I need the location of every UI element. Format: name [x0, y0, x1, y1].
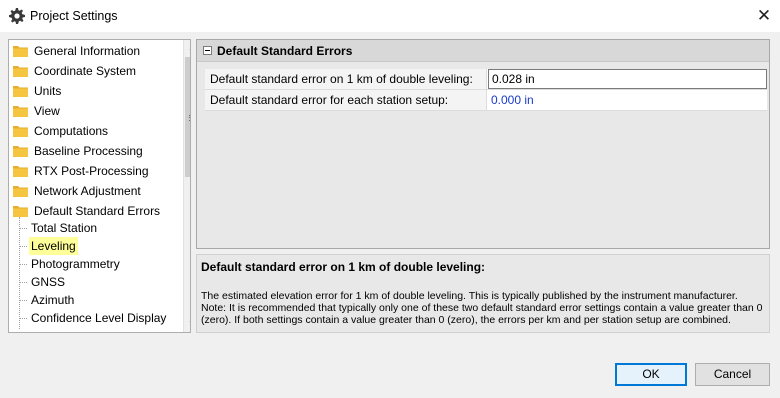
tree-folder-label: Default Standard Errors [34, 204, 161, 218]
tree-item-label: Photogrammetry [31, 257, 120, 271]
folder-icon [13, 166, 28, 177]
description-title: Default standard error on 1 km of double… [201, 260, 486, 274]
folder-icon [13, 46, 28, 57]
folder-icon [13, 186, 28, 197]
description-panel: Default standard error on 1 km of double… [196, 254, 770, 333]
tree-item-label: GNSS [31, 275, 66, 289]
folder-icon [13, 106, 28, 117]
ok-button[interactable]: OK [615, 363, 687, 386]
property-row-leveling-km[interactable]: Default standard error on 1 km of double… [205, 69, 767, 90]
tree-folder-label: Computations [34, 124, 109, 138]
scrollbar-thumb[interactable] [185, 57, 190, 177]
property-value-input[interactable]: 0.028 in [488, 69, 767, 89]
folder-icon [13, 66, 28, 77]
tree-folder-label: Units [34, 84, 62, 98]
folder-icon [13, 86, 28, 97]
property-name: Default standard error on 1 km of double… [205, 69, 487, 89]
tree-connector [19, 217, 20, 329]
tree-folder-label: View [34, 104, 60, 118]
folder-icon [13, 206, 28, 217]
tree-folder-label: Feature Code Processing [34, 327, 170, 332]
settings-tree[interactable]: General Information Coordinate System Unit… [8, 39, 191, 333]
scroll-down-arrow-icon[interactable]: ▼ [184, 316, 190, 332]
tree-item-label: Azimuth [31, 293, 75, 307]
tree-folder-label: Baseline Processing [34, 144, 143, 158]
tree-folder-label: RTX Post-Processing [34, 164, 149, 178]
category-title: Default Standard Errors [217, 44, 353, 58]
property-name: Default standard error for each station … [205, 90, 487, 110]
description-text: The estimated elevation error for 1 km o… [201, 290, 763, 326]
collapse-icon[interactable] [203, 46, 212, 55]
title-bar: Project Settings ✕ [0, 0, 780, 32]
tree-folder-label: Network Adjustment [34, 184, 141, 198]
folder-icon [13, 146, 28, 157]
cancel-button[interactable]: Cancel [695, 363, 770, 386]
folder-icon [13, 331, 28, 333]
scroll-up-arrow-icon[interactable]: ▲ [184, 40, 190, 56]
property-value[interactable]: 0.000 in [488, 90, 767, 110]
close-icon[interactable]: ✕ [752, 6, 776, 26]
tree-item-label: Leveling [29, 237, 78, 255]
gear-icon [9, 8, 25, 24]
tree-item-label: Confidence Level Display [31, 311, 167, 325]
tree-item-label: Total Station [31, 221, 98, 235]
folder-icon [13, 126, 28, 137]
category-header[interactable]: Default Standard Errors [197, 40, 769, 62]
tree-folder-label: General Information [34, 44, 141, 58]
property-row-station-setup[interactable]: Default standard error for each station … [205, 90, 767, 111]
window-title: Project Settings [30, 9, 118, 23]
tree-scrollbar[interactable]: ▲ ▼ [183, 40, 190, 332]
property-grid: Default Standard Errors Default standard… [196, 39, 770, 249]
tree-folder-label: Coordinate System [34, 64, 137, 78]
